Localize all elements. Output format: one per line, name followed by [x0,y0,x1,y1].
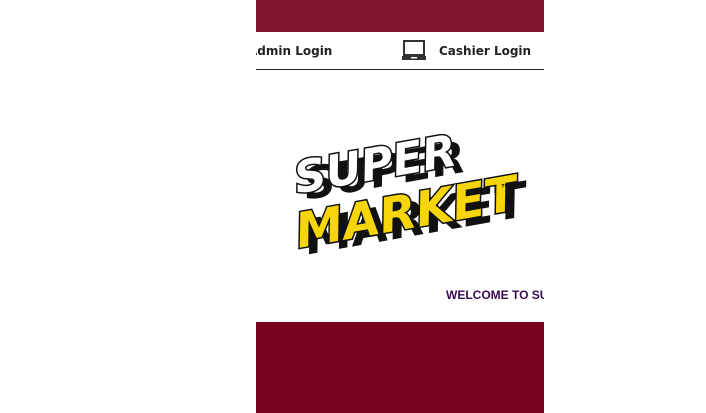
cashier-login-link[interactable]: Cashier Login [402,33,531,69]
header-band [256,0,544,32]
footer-band [256,322,544,413]
computer-icon [402,40,426,62]
admin-login-link[interactable]: Admin Login [256,33,332,69]
cashier-login-label: Cashier Login [439,44,532,58]
admin-login-label: Admin Login [256,44,333,58]
logo-trademark: ™ [500,182,511,195]
supermarket-logo: SUPER MARKET SUPER MARKET ™ [289,124,528,266]
page-viewport: Admin Login Cashier Login SUPER MARKET S… [256,0,544,413]
login-nav: Admin Login Cashier Login [256,33,544,70]
welcome-banner: WELCOME TO SUPERMARKET [446,288,544,302]
